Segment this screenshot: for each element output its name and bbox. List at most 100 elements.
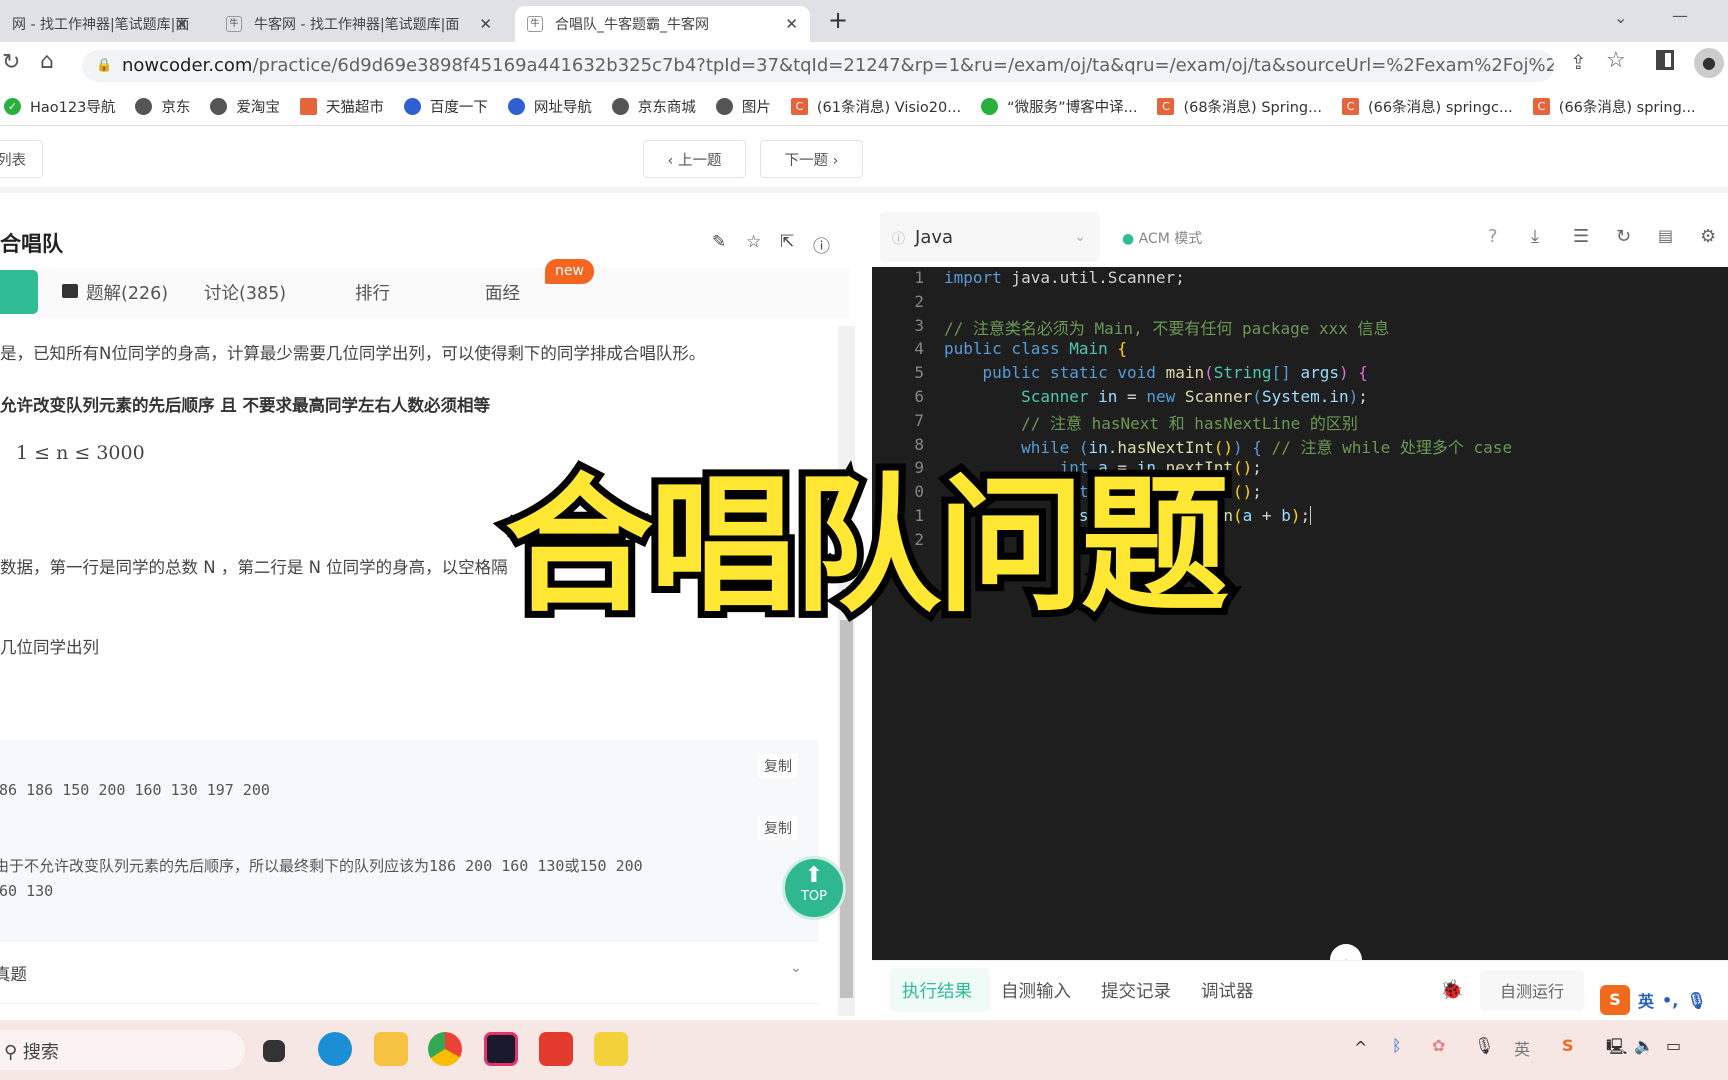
task-view-icon[interactable]: [263, 1040, 285, 1062]
browser-tab-active[interactable]: 牛合唱队_牛客题霸_牛客网 ✕: [515, 6, 810, 42]
bookmark[interactable]: 图片: [715, 96, 771, 117]
format-icon[interactable]: ☰: [1573, 226, 1589, 247]
share-icon[interactable]: ⇪: [1570, 50, 1587, 74]
tab-description[interactable]: [0, 270, 38, 314]
tab-debugger[interactable]: 调试器: [1201, 978, 1254, 1003]
microphone-icon[interactable]: 🎙: [1474, 1036, 1494, 1055]
url-bar[interactable]: 🔒 nowcoder.com/practice/6d9d69e3898f45169…: [82, 50, 1554, 82]
chrome-icon[interactable]: [428, 1032, 462, 1066]
sogou-tray-icon[interactable]: S: [1562, 1036, 1574, 1055]
chevron-down-icon[interactable]: ⌄: [790, 960, 802, 976]
line-number: 6: [914, 387, 924, 406]
tab-submissions[interactable]: 提交记录: [1101, 978, 1171, 1003]
bookmark[interactable]: 爱淘宝: [210, 96, 280, 117]
scrollbar-thumb[interactable]: [840, 620, 853, 998]
tab-search-icon[interactable]: ⌄: [1614, 8, 1627, 27]
new-tab-button[interactable]: +: [828, 6, 848, 34]
globe-icon: [135, 98, 153, 115]
file-explorer-icon[interactable]: [374, 1032, 408, 1066]
tab-execution-result[interactable]: 执行结果: [902, 978, 972, 1003]
share-icon[interactable]: ⇱: [780, 232, 794, 252]
bug-icon[interactable]: 🐞: [1440, 978, 1464, 1001]
problem-list-button[interactable]: 列表: [0, 140, 43, 178]
tray-chevron-icon[interactable]: ^: [1354, 1038, 1367, 1057]
video-caption-overlay: 合唱队问题: [498, 453, 1236, 639]
description-text: 是，已知所有N位同学的身高，计算最少需要几位同学出列，可以使得剩下的同学排成合唱…: [0, 344, 706, 363]
ime-toolbar[interactable]: S 英 •, 🎙: [1600, 982, 1728, 1018]
reset-icon[interactable]: ↻: [1616, 226, 1631, 247]
tab-ranking[interactable]: 排行: [355, 280, 390, 305]
status-dot-icon: ●: [1122, 231, 1135, 247]
bookmark[interactable]: C (61条消息) Visio20...: [790, 96, 961, 117]
bookmark[interactable]: 京东商城: [611, 96, 696, 117]
player-icon[interactable]: [594, 1032, 628, 1066]
copy-input-button[interactable]: 复制: [758, 754, 798, 778]
profile-icon[interactable]: ●: [1694, 48, 1724, 78]
report-icon[interactable]: ⓘ: [813, 232, 830, 257]
taskbar-search[interactable]: ⚲ 搜索: [0, 1030, 245, 1070]
related-section[interactable]: 真题: [0, 961, 27, 985]
intellij-icon[interactable]: [484, 1032, 518, 1066]
star-icon[interactable]: ☆: [1606, 48, 1626, 73]
tab-discussion[interactable]: 讨论(385): [204, 280, 286, 305]
copy-output-button[interactable]: 复制: [758, 816, 798, 840]
help-icon[interactable]: ?: [1488, 226, 1498, 247]
wechat-icon: [981, 98, 999, 115]
bookmark[interactable]: 网址导航: [507, 96, 592, 117]
bluetooth-icon[interactable]: ᛒ: [1392, 1036, 1402, 1055]
sogou-icon: S: [1600, 985, 1630, 1015]
browser-tab[interactable]: 牛牛客网 - 找工作神器|笔试题库|面 ✕: [214, 6, 504, 42]
calendar-icon[interactable]: ▤: [1658, 226, 1673, 245]
bookmark[interactable]: 京东: [135, 96, 190, 117]
battery-icon[interactable]: ▭: [1666, 1036, 1681, 1055]
bookmark[interactable]: C (68条消息) Spring...: [1157, 96, 1322, 117]
tab-interview[interactable]: 面经: [485, 280, 520, 305]
nowcoder-icon: 牛: [226, 16, 242, 32]
bookmark[interactable]: ✓ Hao123导航: [4, 96, 115, 117]
back-to-top-button[interactable]: ⬆ TOP: [782, 856, 846, 920]
line-number: 5: [914, 363, 924, 383]
next-problem-button[interactable]: 下一题 ›: [760, 140, 863, 178]
edge-icon[interactable]: [318, 1032, 352, 1066]
input-description: 数据，第一行是同学的总数 N ，第二行是 N 位同学的身高，以空格隔: [0, 558, 508, 577]
language-select[interactable]: ⓘ Java ⌄: [880, 212, 1100, 262]
sample-explanation: 由于不允许改变队列元素的先后顺序，所以最终剩下的队列应该为186 200 160…: [0, 857, 643, 875]
prev-problem-button[interactable]: ‹ 上一题: [643, 140, 746, 178]
bookmark[interactable]: C (66条消息) springc...: [1341, 96, 1513, 117]
minimize-button[interactable]: —: [1672, 6, 1688, 25]
tab-custom-input[interactable]: 自测输入: [1001, 978, 1071, 1003]
globe-icon: [715, 98, 733, 115]
favorite-star-icon[interactable]: ☆: [746, 232, 761, 252]
app-tray-icon[interactable]: ✿: [1432, 1036, 1445, 1055]
sidepanel-icon[interactable]: [1656, 50, 1674, 70]
network-icon[interactable]: 🖳: [1606, 1036, 1627, 1063]
bookmark[interactable]: 天猫超市: [299, 96, 384, 117]
nowcoder-icon: 牛: [527, 16, 543, 32]
reload-icon[interactable]: ↻: [2, 50, 20, 75]
wps-icon[interactable]: [539, 1032, 573, 1066]
download-icon[interactable]: ⤓: [1531, 226, 1539, 247]
bookmarks-bar: ✓ Hao123导航 京东 爱淘宝 天猫超市 百度一下 网址导航 京东商城 图片 …: [0, 88, 1728, 126]
csdn-icon: C: [1157, 98, 1175, 115]
close-icon[interactable]: ✕: [479, 15, 492, 33]
bookmark[interactable]: 百度一下: [403, 96, 488, 117]
baidu-paw-icon: [403, 98, 421, 115]
divider: [0, 940, 818, 941]
code-line: public static void main(String[] args) {: [982, 363, 1368, 382]
home-icon[interactable]: ⌂: [40, 49, 54, 74]
problem-title: 合唱队: [0, 232, 63, 256]
close-icon[interactable]: ✕: [175, 15, 188, 33]
code-line: import java.util.Scanner;: [944, 268, 1185, 287]
bookmark[interactable]: “微服务”博客中译...: [981, 96, 1137, 117]
self-test-button[interactable]: 自测运行: [1480, 970, 1584, 1010]
tab-solutions[interactable]: 题解(226): [86, 280, 168, 305]
video-icon: [62, 284, 78, 298]
browser-tab[interactable]: 网 - 找工作神器|笔试题库|面 ✕: [0, 6, 200, 42]
bookmark[interactable]: C (66条消息) spring...: [1532, 96, 1696, 117]
close-icon[interactable]: ✕: [785, 15, 798, 33]
search-icon: ⚲: [4, 1042, 23, 1063]
settings-gear-icon[interactable]: ⚙: [1700, 226, 1716, 247]
volume-icon[interactable]: 🔈: [1634, 1036, 1654, 1055]
edit-icon[interactable]: ✎: [712, 232, 726, 252]
ime-mode-icon[interactable]: 英: [1514, 1036, 1530, 1060]
